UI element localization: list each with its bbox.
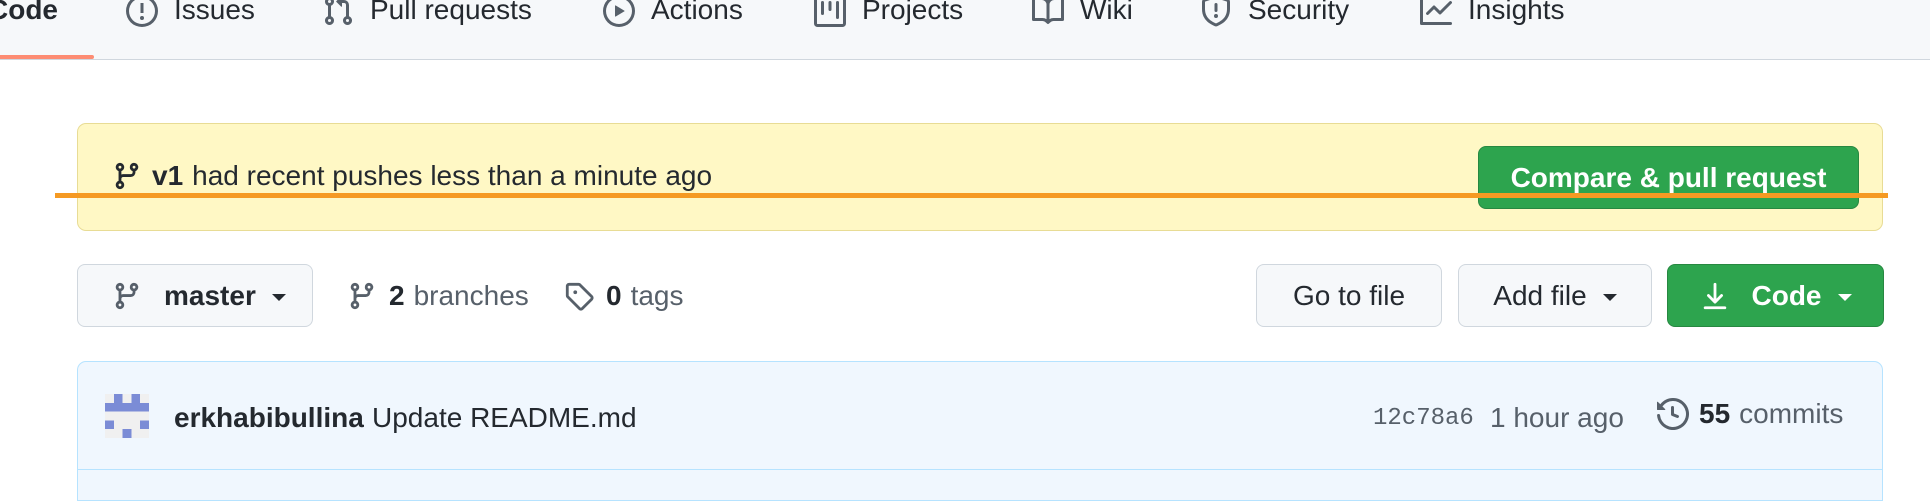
shield-icon xyxy=(1200,0,1232,27)
commit-count-label: commits xyxy=(1739,398,1844,429)
tags-label: tags xyxy=(630,280,684,311)
git-branch-icon xyxy=(112,161,142,191)
tag-icon xyxy=(564,281,594,311)
chevron-down-icon xyxy=(1837,294,1852,301)
book-icon xyxy=(1032,0,1064,27)
recent-push-text: v1 had recent pushes less than a minute … xyxy=(112,160,712,192)
tab-projects[interactable]: Projects xyxy=(814,0,963,60)
play-icon xyxy=(603,0,635,27)
go-to-file-button[interactable]: Go to file xyxy=(1256,264,1442,327)
tab-code[interactable]: Code xyxy=(0,0,58,60)
commit-time: 1 hour ago xyxy=(1490,402,1624,433)
code-button-label: Code xyxy=(1751,279,1822,311)
git-branch-icon xyxy=(347,281,377,311)
add-file-button[interactable]: Add file xyxy=(1458,264,1652,327)
branches-link[interactable]: 2 branches xyxy=(347,280,529,312)
add-file-label: Add file xyxy=(1493,279,1587,311)
branches-count: 2 xyxy=(389,280,405,311)
pushed-branch-name[interactable]: v1 xyxy=(152,160,183,192)
active-tab-underline xyxy=(0,55,94,59)
tab-security-label: Security xyxy=(1248,0,1350,25)
annotation-line xyxy=(55,193,1888,198)
tab-actions-label: Actions xyxy=(651,0,743,25)
tab-issues-label: Issues xyxy=(174,0,255,25)
code-download-button[interactable]: Code xyxy=(1667,264,1884,327)
commit-author[interactable]: erkhabibullina xyxy=(174,402,364,434)
history-icon xyxy=(1657,398,1689,430)
repo-nav: Code Issues Pull requests Actions Projec… xyxy=(0,0,1930,60)
chevron-down-icon xyxy=(271,294,286,301)
tab-insights[interactable]: Insights xyxy=(1420,0,1565,60)
tab-pull-requests-label: Pull requests xyxy=(370,0,532,25)
latest-commit-box: erkhabibullina Update README.md 12c78a6 … xyxy=(77,361,1883,501)
issue-opened-icon xyxy=(126,0,158,27)
tab-wiki[interactable]: Wiki xyxy=(1032,0,1133,60)
commit-sha[interactable]: 12c78a6 xyxy=(1373,405,1474,432)
tab-issues[interactable]: Issues xyxy=(126,0,255,60)
tab-actions[interactable]: Actions xyxy=(603,0,743,60)
git-pull-request-icon xyxy=(322,0,354,27)
chevron-down-icon xyxy=(1602,294,1617,301)
graph-icon xyxy=(1420,0,1452,27)
tab-projects-label: Projects xyxy=(862,0,964,25)
branches-label: branches xyxy=(413,280,529,311)
commit-message[interactable]: Update README.md xyxy=(372,402,637,434)
tab-pull-requests[interactable]: Pull requests xyxy=(322,0,532,60)
commit-count: 55 xyxy=(1699,398,1731,429)
avatar[interactable] xyxy=(105,394,149,438)
branch-select-button[interactable]: master xyxy=(77,264,313,327)
tags-link[interactable]: 0 tags xyxy=(564,280,684,312)
commits-history-link[interactable]: 55 commits xyxy=(1657,398,1843,430)
recent-push-banner: v1 had recent pushes less than a minute … xyxy=(77,123,1883,231)
tab-code-label: Code xyxy=(0,0,58,25)
divider xyxy=(78,469,1882,470)
download-icon xyxy=(1700,281,1730,311)
git-branch-icon xyxy=(112,281,142,311)
compare-pull-request-button[interactable]: Compare & pull request xyxy=(1478,146,1859,209)
tab-insights-label: Insights xyxy=(1468,0,1565,25)
table-icon xyxy=(814,0,846,27)
branch-name: master xyxy=(164,279,256,311)
tab-wiki-label: Wiki xyxy=(1080,0,1133,25)
tab-security[interactable]: Security xyxy=(1200,0,1349,60)
recent-push-message: had recent pushes less than a minute ago xyxy=(192,160,713,191)
tags-count: 0 xyxy=(606,280,622,311)
